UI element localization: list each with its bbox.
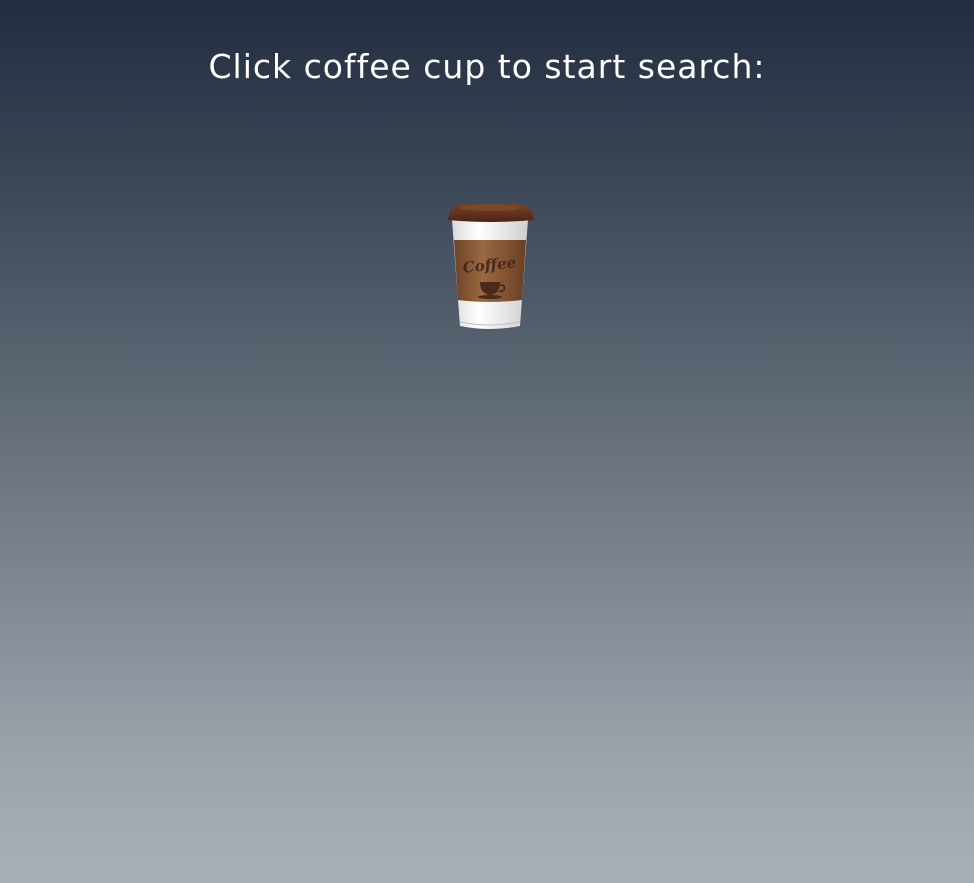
coffee-cup-icon: Coffee: [448, 204, 534, 329]
start-search-prompt: Click coffee cup to start search:: [208, 47, 766, 86]
coffee-cup-button[interactable]: Coffee: [444, 202, 536, 332]
